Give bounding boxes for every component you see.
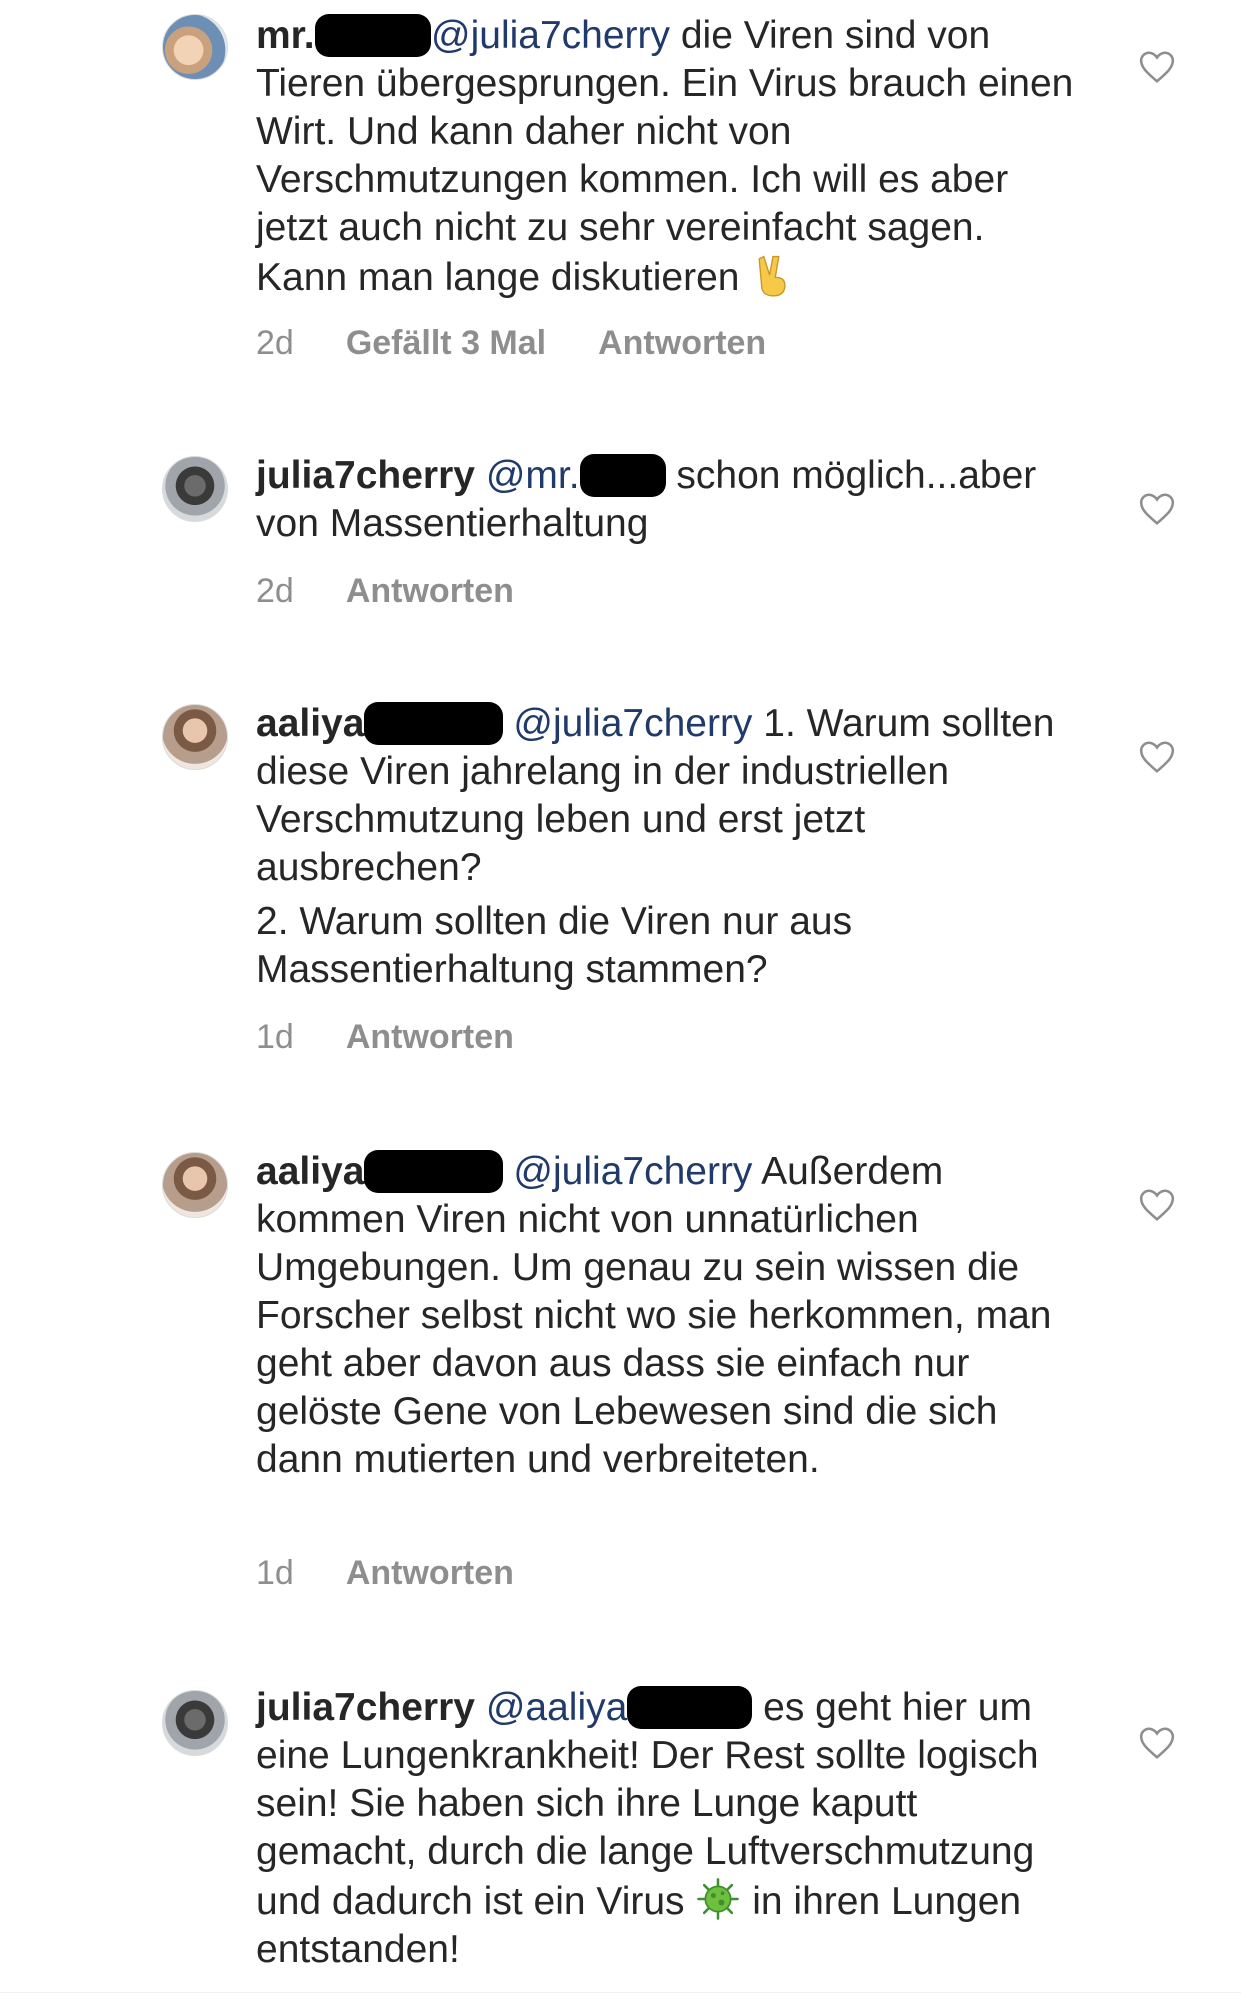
- redaction: xxxx: [579, 454, 666, 497]
- timestamp: 1d: [256, 1554, 294, 1592]
- username[interactable]: julia7cherry: [256, 1686, 475, 1729]
- comment-meta: 1d Antworten: [256, 1554, 514, 1593]
- comment-text: aaliya xxxxxx @julia7cherry Außerdem komm…: [256, 1150, 1052, 1481]
- reply-button[interactable]: Antworten: [346, 1554, 514, 1593]
- mention-link[interactable]: @julia7cherry: [431, 14, 670, 57]
- redaction: xxxxxx: [627, 1686, 753, 1729]
- reply-button[interactable]: Antworten: [346, 1018, 514, 1057]
- heart-icon[interactable]: [1138, 490, 1176, 528]
- timestamp: 2d: [256, 324, 294, 362]
- comment-meta: 1d Antworten: [256, 1018, 514, 1057]
- username[interactable]: aaliya xxxxxx: [256, 1150, 503, 1193]
- comment-meta: 2d Gefällt 3 Mal Antworten: [256, 324, 766, 363]
- divider: [0, 1992, 1241, 1993]
- victory-hand-icon: [758, 255, 786, 297]
- timestamp: 2d: [256, 572, 294, 610]
- avatar[interactable]: [162, 1690, 228, 1756]
- mention-link[interactable]: @aaliya xxxxxx: [486, 1686, 753, 1729]
- mention-link[interactable]: @mr. xxxx: [486, 454, 666, 497]
- comment-text: julia7cherry @aaliya xxxxxx es geht hier …: [256, 1686, 1039, 1971]
- heart-icon[interactable]: [1138, 1724, 1176, 1762]
- heart-icon[interactable]: [1138, 1186, 1176, 1224]
- comment-text: mr. xxxxx @julia7cherry die Viren sind von…: [256, 14, 1074, 299]
- comment-paragraph: 2. Warum sollten die Viren nur aus Masse…: [256, 900, 853, 991]
- avatar[interactable]: [162, 704, 228, 770]
- redaction: xxxxxx: [364, 1150, 503, 1193]
- timestamp: 1d: [256, 1018, 294, 1056]
- likes-count[interactable]: Gefällt 3 Mal: [346, 324, 546, 363]
- comment-text: aaliya xxxxxx @julia7cherry 1. Warum soll…: [256, 700, 1076, 994]
- avatar[interactable]: [162, 14, 228, 80]
- redaction: xxxxxx: [364, 702, 503, 745]
- mention-link[interactable]: @julia7cherry: [513, 1150, 752, 1193]
- redaction: xxxxx: [314, 14, 431, 57]
- username[interactable]: julia7cherry: [256, 454, 475, 497]
- username[interactable]: mr. xxxxx: [256, 14, 431, 57]
- avatar[interactable]: [162, 1152, 228, 1218]
- comment-meta: 2d Antworten: [256, 572, 514, 611]
- reply-button[interactable]: Antworten: [346, 572, 514, 611]
- reply-button[interactable]: Antworten: [598, 324, 766, 363]
- avatar[interactable]: [162, 456, 228, 522]
- heart-icon[interactable]: [1138, 738, 1176, 776]
- comment-text: julia7cherry @mr. xxxx schon möglich...ab…: [256, 454, 1037, 545]
- mention-link[interactable]: @julia7cherry: [513, 702, 752, 745]
- username[interactable]: aaliya xxxxxx: [256, 702, 503, 745]
- microbe-icon: [697, 1878, 740, 1920]
- heart-icon[interactable]: [1138, 48, 1176, 86]
